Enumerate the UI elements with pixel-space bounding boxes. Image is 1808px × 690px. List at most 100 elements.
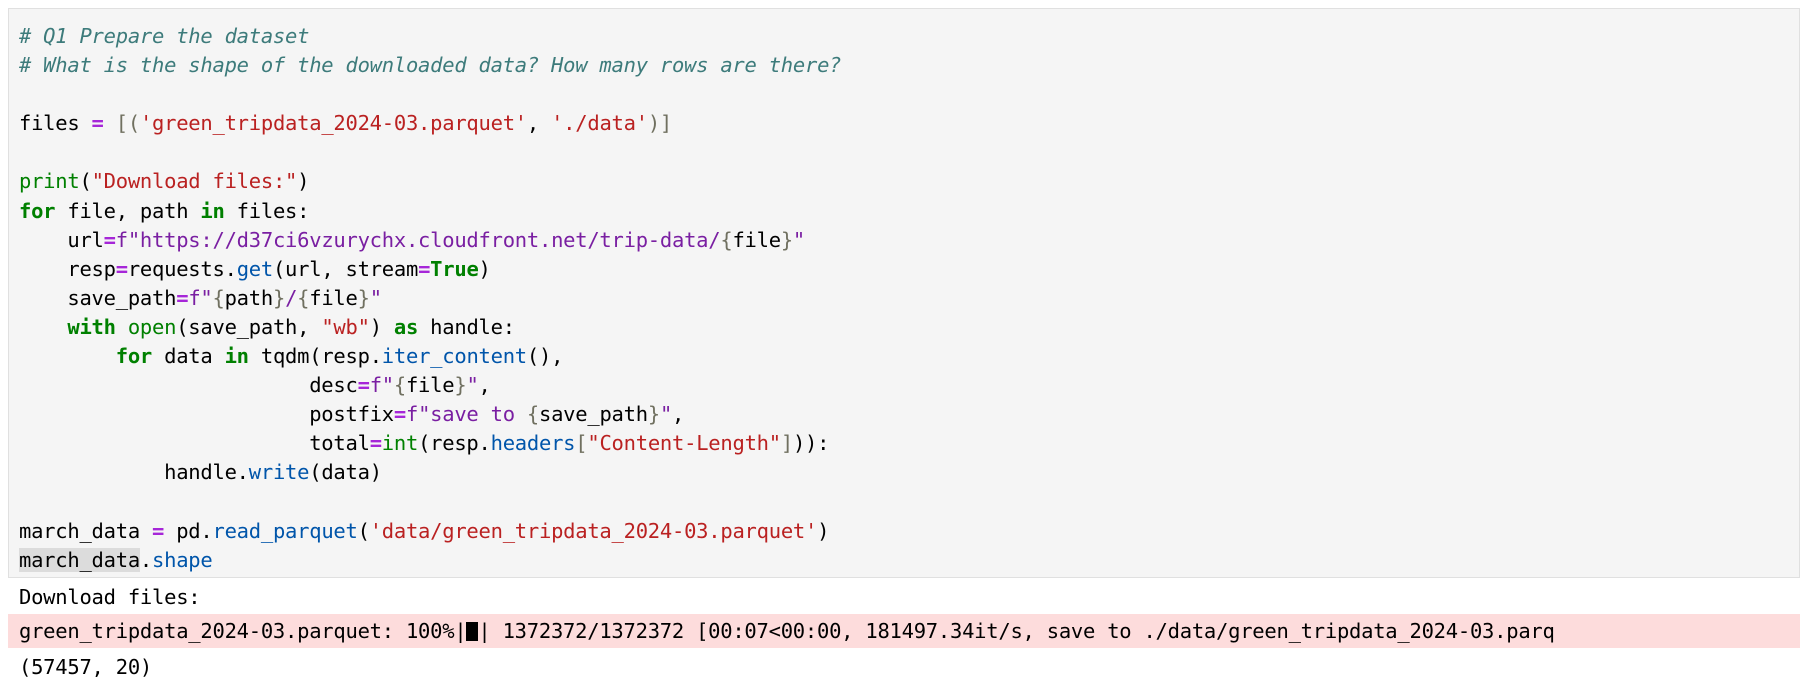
code-operator: =: [103, 227, 116, 252]
code-token: data: [152, 344, 225, 369]
code-token: path: [224, 285, 274, 310]
code-attribute: iter_content: [381, 344, 527, 369]
code-line-1: # Q1 Prepare the dataset: [19, 22, 841, 51]
code-keyword: for: [19, 198, 56, 223]
code-token: (: [79, 169, 92, 194]
code-token: (resp.: [418, 431, 491, 456]
code-attribute: shape: [152, 547, 213, 572]
code-operator: =: [115, 256, 128, 281]
code-operator: =: [357, 373, 370, 398]
code-token: ): [478, 256, 491, 281]
code-fstring: ": [466, 373, 479, 398]
code-operator: =: [369, 431, 382, 456]
code-keyword: for: [115, 344, 153, 369]
code-keyword: with: [67, 314, 116, 339]
code-string: "Content-Length": [587, 431, 781, 456]
code-token: handle:: [418, 314, 515, 339]
code-token: (url, stream: [272, 256, 419, 281]
code-fstring: /: [285, 285, 298, 310]
code-fstring: ": [792, 227, 806, 252]
code-token: {: [297, 285, 310, 310]
code-token: file, path: [55, 198, 201, 223]
code-cell-input[interactable]: # Q1 Prepare the dataset # What is the s…: [8, 8, 1800, 578]
code-line-7: for file, path in files:: [19, 197, 841, 226]
code-fstring: ": [369, 285, 382, 310]
code-attribute: headers: [490, 431, 576, 456]
code-token: url: [67, 227, 104, 252]
code-line-4: files = [('green_tripdata_2024-03.parque…: [19, 109, 841, 138]
code-string: "Download files:": [91, 169, 298, 194]
code-string: "wb": [321, 314, 370, 339]
code-token: total: [309, 431, 370, 456]
code-token: )]: [647, 111, 673, 136]
code-comment: # What is the shape of the downloaded da…: [19, 53, 842, 78]
progress-prefix: green_tripdata_2024-03.parquet: 100%|: [19, 619, 467, 643]
code-token: postfix: [309, 402, 394, 427]
code-token: desc: [309, 373, 358, 398]
code-line-12: for data in tqdm(resp.iter_content(),: [19, 342, 841, 371]
code-line-15: total=int(resp.headers["Content-Length"]…: [19, 429, 841, 458]
code-line-19: march_data.shape: [19, 546, 841, 575]
code-builtin: int: [381, 431, 419, 456]
code-line-6: print("Download files:"): [19, 167, 841, 196]
code-token: (),: [526, 344, 564, 369]
code-line-8: url=f"https://d37ci6vzurychx.cloudfront.…: [19, 226, 841, 255]
code-token: ,: [478, 373, 491, 398]
code-attribute: get: [236, 256, 274, 281]
code-line-16: handle.write(data): [19, 458, 841, 487]
code-token: {: [526, 402, 539, 427]
code-token: file: [732, 227, 781, 252]
code-token: (: [357, 518, 370, 543]
code-fstring: f: [369, 373, 382, 398]
code-selection: march_data: [19, 547, 140, 572]
code-attribute: read_parquet: [212, 518, 358, 543]
code-editor[interactable]: # Q1 Prepare the dataset # What is the s…: [19, 22, 842, 575]
code-builtin: print: [19, 169, 80, 194]
code-string: 'data/green_tripdata_2024-03.parquet': [369, 518, 818, 543]
code-keyword: in: [200, 198, 225, 223]
code-token: save_path: [67, 285, 177, 310]
code-fstring: ": [381, 373, 394, 398]
progress-block-icon: [466, 622, 479, 641]
code-fstring: ": [200, 285, 213, 310]
progress-bar-stderr: green_tripdata_2024-03.parquet: 100%| | 1…: [8, 614, 1800, 648]
code-line-18: march_data = pd.read_parquet('data/green…: [19, 517, 841, 546]
code-token: }: [272, 285, 286, 310]
code-token: {: [720, 227, 733, 252]
code-token: }: [454, 373, 467, 398]
code-builtin: open: [127, 314, 177, 339]
code-operator: =: [418, 256, 431, 281]
output-text: Download files:: [19, 585, 201, 609]
code-line-11: with open(save_path, "wb") as handle:: [19, 313, 841, 342]
code-line-9: resp=requests.get(url, stream=True): [19, 255, 841, 284]
code-line-10: save_path=f"{path}/{file}": [19, 284, 841, 313]
code-fstring: "https://d37ci6vzurychx.cloudfront.net/t…: [127, 227, 721, 252]
code-token: {: [212, 285, 225, 310]
code-operator: =: [139, 518, 177, 543]
code-token: file: [405, 373, 455, 398]
code-fstring: f: [188, 285, 201, 310]
code-token: ,: [672, 402, 685, 427]
code-token: }: [357, 285, 370, 310]
code-token: }: [647, 402, 660, 427]
code-token: handle.: [164, 460, 249, 485]
code-attribute: write: [248, 460, 310, 485]
code-token: file: [309, 285, 358, 310]
code-token: (save_path,: [176, 314, 322, 339]
code-token: .: [139, 547, 153, 572]
code-fstring: f: [405, 402, 419, 427]
code-token: march_data: [19, 518, 140, 543]
code-keyword: in: [224, 344, 249, 369]
code-token: ]: [780, 431, 793, 456]
code-token: pd.: [176, 518, 213, 543]
code-token: resp: [67, 256, 116, 281]
